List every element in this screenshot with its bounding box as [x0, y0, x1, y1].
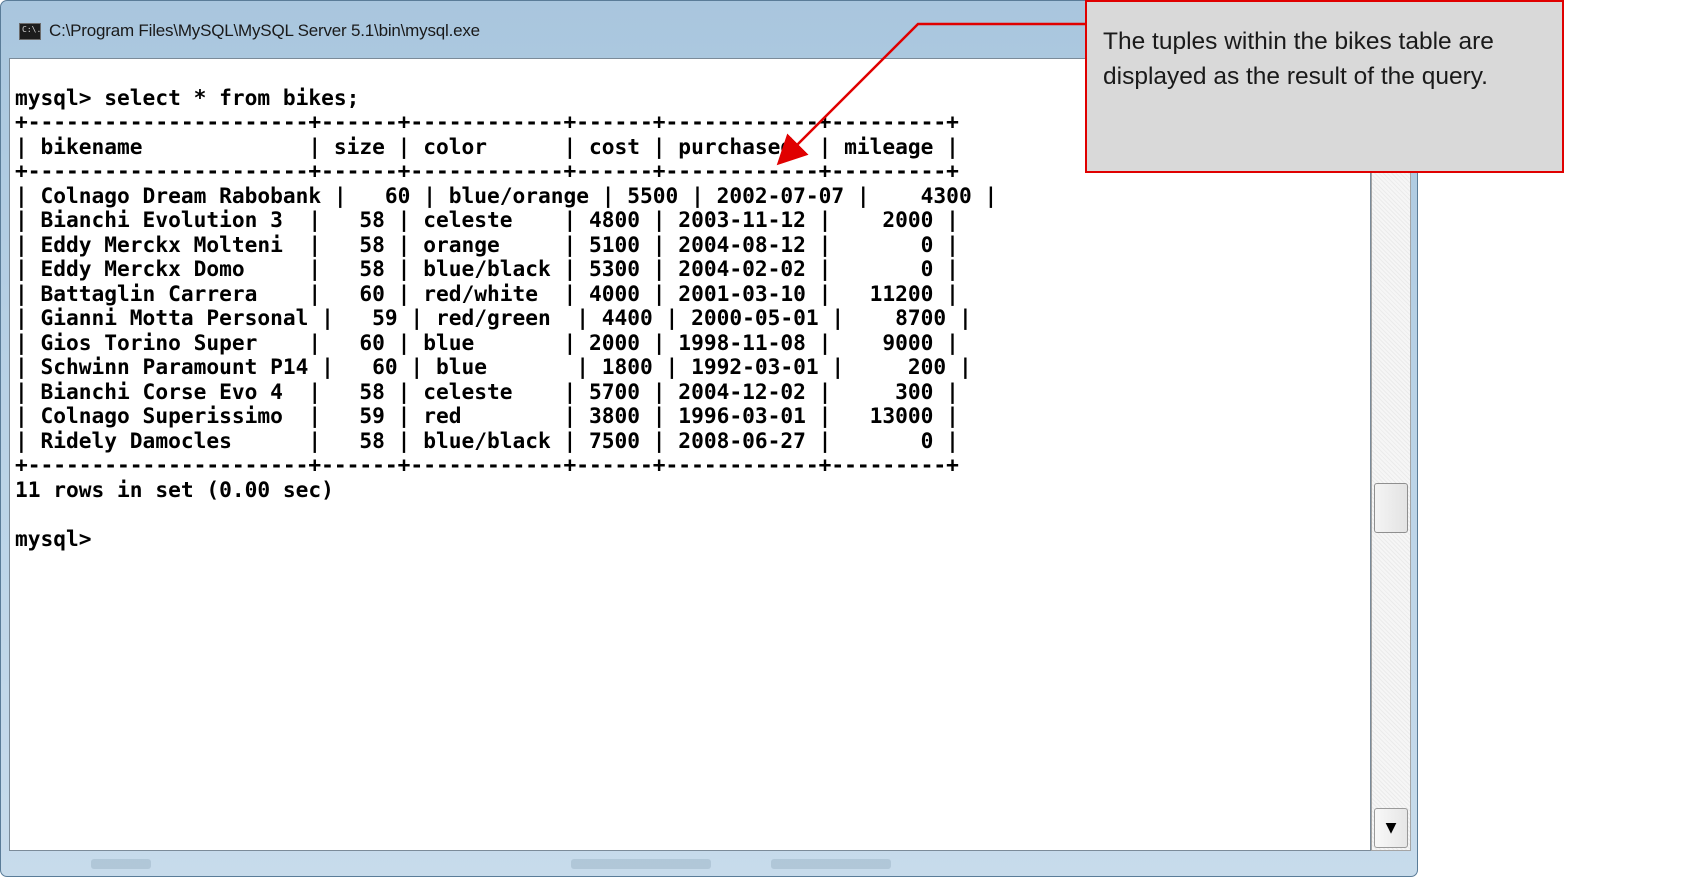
- mysql-prompt[interactable]: mysql>: [15, 526, 997, 552]
- table-border-bottom: +----------------------+------+---------…: [15, 452, 959, 477]
- window-title: C:\Program Files\MySQL\MySQL Server 5.1\…: [49, 21, 480, 40]
- table-row: | Gianni Motta Personal | 59 | red/green…: [15, 305, 972, 330]
- table-border-mid: +----------------------+------+---------…: [15, 158, 959, 183]
- result-summary: 11 rows in set (0.00 sec): [15, 476, 334, 502]
- console-text: mysql> select * from bikes; +------------…: [15, 61, 997, 551]
- table-header-row: | bikename | size | color | cost | purch…: [15, 133, 959, 159]
- frame-glass-highlight: [571, 859, 711, 869]
- query-line: mysql> select * from bikes;: [15, 84, 360, 110]
- callout-text: The tuples within the bikes table are di…: [1103, 28, 1494, 90]
- frame-glass-highlight: [91, 859, 151, 869]
- table-border-top: +----------------------+------+---------…: [15, 109, 959, 134]
- table-row: | Battaglin Carrera | 60 | red/white | 4…: [15, 280, 959, 306]
- console-app-icon[interactable]: [19, 22, 41, 40]
- scrollbar-thumb[interactable]: [1374, 483, 1408, 533]
- table-row: | Colnago Dream Rabobank | 60 | blue/ora…: [15, 182, 998, 208]
- table-row: | Colnago Superissimo | 59 | red | 3800 …: [15, 403, 959, 428]
- table-row: | Bianchi Corse Evo 4 | 58 | celeste | 5…: [15, 378, 959, 404]
- window-bottom-frame: [1, 851, 1419, 878]
- table-row: | Bianchi Evolution 3 | 58 | celeste | 4…: [15, 207, 959, 232]
- table-row: | Eddy Merckx Domo | 58 | blue/black | 5…: [15, 256, 959, 281]
- table-row: | Schwinn Paramount P14 | 60 | blue | 18…: [15, 354, 972, 379]
- callout-box: The tuples within the bikes table are di…: [1085, 0, 1564, 173]
- frame-glass-highlight: [771, 859, 891, 869]
- table-row: | Gios Torino Super | 60 | blue | 2000 |…: [15, 329, 959, 355]
- console-output[interactable]: mysql> select * from bikes; +------------…: [9, 58, 1371, 851]
- table-row: | Eddy Merckx Molteni | 58 | orange | 51…: [15, 231, 959, 257]
- scroll-down-arrow-icon[interactable]: ▼: [1374, 808, 1408, 848]
- table-row: | Ridely Damocles | 58 | blue/black | 75…: [15, 427, 959, 453]
- vertical-scrollbar[interactable]: ▼: [1371, 58, 1411, 851]
